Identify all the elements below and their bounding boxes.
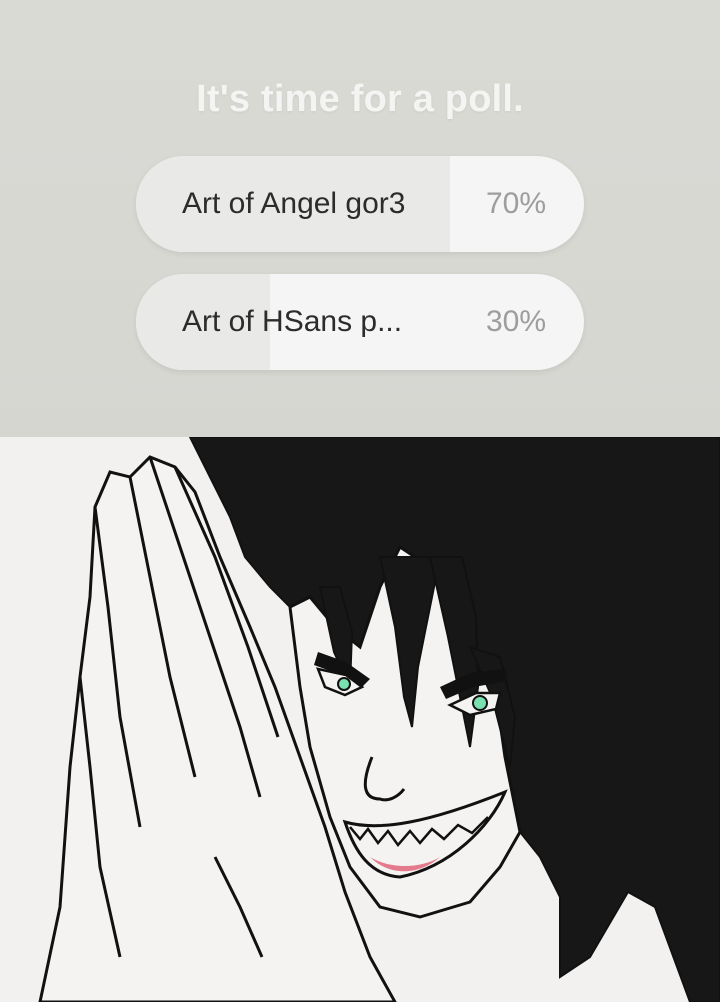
meme-drawing (0, 437, 720, 1002)
left-eye-iris (337, 677, 351, 691)
poll-option-2-label: Art of HSans p... (182, 305, 403, 338)
poll-title: It's time for a poll. (196, 78, 524, 120)
poll-option-2[interactable]: Art of HSans p... 30% (136, 274, 584, 370)
poll-option-1-label: Art of Angel gor3 (182, 187, 406, 220)
poll-option-1[interactable]: Art of Angel gor3 70% (136, 156, 584, 252)
poll-option-1-percent: 70% (485, 187, 546, 220)
poll-panel: It's time for a poll. Art of Angel gor3 … (0, 0, 720, 437)
poll-option-2-percent: 30% (485, 305, 546, 338)
drawing-svg (0, 437, 720, 1002)
right-eye-iris (472, 695, 488, 711)
